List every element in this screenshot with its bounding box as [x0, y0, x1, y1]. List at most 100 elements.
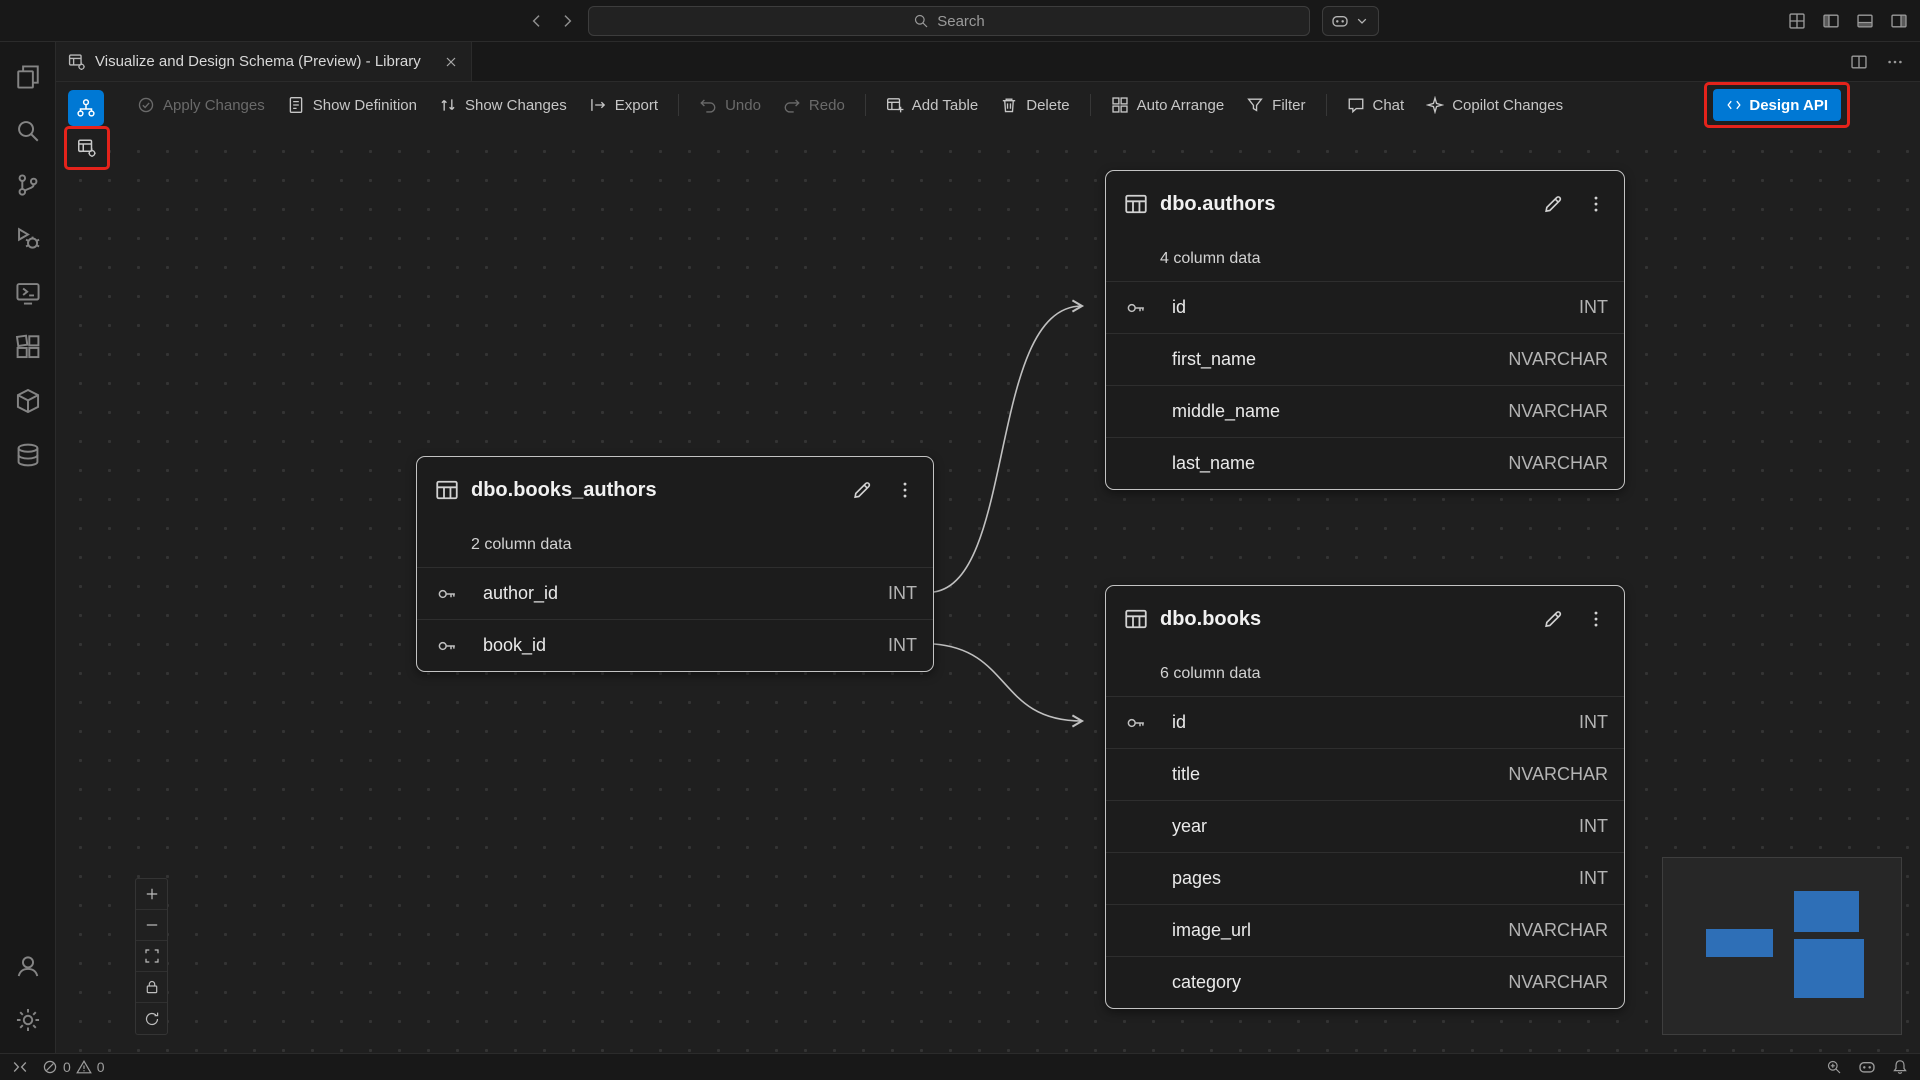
annotation-box-table-properties: [64, 126, 110, 170]
schema-diagram-icon: [76, 98, 96, 118]
sidebar-item-source-control[interactable]: [4, 158, 52, 212]
column-name: image_url: [1172, 920, 1251, 941]
lock-button[interactable]: [136, 972, 167, 1003]
undo-button[interactable]: Undo: [688, 90, 772, 120]
primary-key-icon: [437, 636, 457, 656]
problems-button[interactable]: 0 0: [42, 1059, 105, 1075]
auto-layout-button[interactable]: [136, 1003, 167, 1034]
table-row[interactable]: category NVARCHAR: [1106, 956, 1624, 1008]
minimap-table-books: [1794, 939, 1864, 998]
sidebar-item-database[interactable]: [4, 428, 52, 482]
diagram-canvas[interactable]: [56, 127, 1920, 1053]
table-row[interactable]: title NVARCHAR: [1106, 748, 1624, 800]
zoom-out-button[interactable]: [136, 910, 167, 941]
column-type: INT: [1579, 712, 1608, 733]
search-input[interactable]: Search: [588, 6, 1310, 36]
account-button[interactable]: [4, 939, 52, 993]
warning-count: 0: [97, 1059, 105, 1075]
table-row[interactable]: middle_name NVARCHAR: [1106, 385, 1624, 437]
minimap[interactable]: [1662, 857, 1902, 1035]
column-type: NVARCHAR: [1508, 453, 1608, 474]
toggle-primary-sidebar-icon[interactable]: [1822, 12, 1840, 30]
source-control-icon: [15, 172, 41, 198]
table-row[interactable]: year INT: [1106, 800, 1624, 852]
more-actions-icon[interactable]: [1886, 53, 1904, 71]
error-icon: [42, 1059, 58, 1075]
sidebar-item-remote-explorer[interactable]: [4, 266, 52, 320]
table-row[interactable]: pages INT: [1106, 852, 1624, 904]
export-button[interactable]: Export: [578, 90, 669, 120]
close-tab-icon[interactable]: [443, 54, 459, 70]
apply-changes-label: Apply Changes: [163, 97, 265, 114]
table-properties-view-button[interactable]: [70, 132, 104, 164]
toggle-panel-icon[interactable]: [1856, 12, 1874, 30]
minimap-table-books-authors: [1706, 929, 1773, 957]
table-card-books[interactable]: dbo.books 6 column data id INT title NVA…: [1105, 585, 1625, 1009]
copilot-changes-button[interactable]: Copilot Changes: [1415, 90, 1574, 120]
notifications-bell-icon[interactable]: [1892, 1059, 1908, 1075]
split-editor-icon[interactable]: [1850, 53, 1868, 71]
table-row[interactable]: author_id INT: [417, 567, 933, 619]
zoom-in-button[interactable]: [136, 879, 167, 910]
column-count-label: 6 column data: [1106, 652, 1624, 696]
annotation-box-design-api: Design API: [1704, 82, 1850, 128]
sidebar-item-explorer[interactable]: [4, 50, 52, 104]
table-row[interactable]: image_url NVARCHAR: [1106, 904, 1624, 956]
auto-arrange-button[interactable]: Auto Arrange: [1100, 90, 1236, 120]
zoom-indicator-icon[interactable]: [1826, 1059, 1842, 1075]
column-name: author_id: [483, 583, 558, 604]
tab-schema-designer[interactable]: Visualize and Design Schema (Preview) - …: [56, 42, 472, 81]
window-layout-controls: [1788, 0, 1908, 42]
table-row[interactable]: last_name NVARCHAR: [1106, 437, 1624, 489]
add-table-button[interactable]: Add Table: [875, 90, 989, 120]
fit-view-button[interactable]: [136, 941, 167, 972]
filter-button[interactable]: Filter: [1235, 90, 1316, 120]
toggle-secondary-sidebar-icon[interactable]: [1890, 12, 1908, 30]
table-card-authors[interactable]: dbo.authors 4 column data id INT first_n…: [1105, 170, 1625, 490]
copilot-status-icon[interactable]: [1858, 1058, 1876, 1076]
back-button[interactable]: [528, 12, 546, 30]
database-projects-icon: [15, 388, 41, 414]
table-row[interactable]: id INT: [1106, 281, 1624, 333]
chat-button[interactable]: Chat: [1336, 90, 1416, 120]
show-definition-button[interactable]: Show Definition: [276, 90, 428, 120]
edit-pencil-icon[interactable]: [1542, 608, 1564, 630]
table-name: dbo.authors: [1160, 193, 1276, 216]
remote-window-button[interactable]: [12, 1059, 28, 1075]
kebab-menu-icon[interactable]: [1586, 609, 1606, 629]
edit-pencil-icon[interactable]: [1542, 193, 1564, 215]
table-row[interactable]: first_name NVARCHAR: [1106, 333, 1624, 385]
apply-changes-button[interactable]: Apply Changes: [126, 90, 276, 120]
forward-icon: [558, 12, 576, 30]
chat-label: Chat: [1373, 97, 1405, 114]
kebab-menu-icon[interactable]: [1586, 194, 1606, 214]
design-api-button[interactable]: Design API: [1713, 89, 1841, 121]
table-card-books-authors[interactable]: dbo.books_authors 2 column data author_i…: [416, 456, 934, 672]
customize-layout-icon[interactable]: [1788, 12, 1806, 30]
table-icon: [1124, 192, 1148, 216]
settings-button[interactable]: [4, 993, 52, 1047]
edit-pencil-icon[interactable]: [851, 479, 873, 501]
error-count: 0: [63, 1059, 71, 1075]
delete-button[interactable]: Delete: [989, 90, 1080, 120]
sidebar-item-search[interactable]: [4, 104, 52, 158]
forward-button[interactable]: [558, 12, 576, 30]
status-bar-right: [1826, 1058, 1908, 1076]
table-row[interactable]: book_id INT: [417, 619, 933, 671]
redo-button[interactable]: Redo: [772, 90, 856, 120]
schema-designer-view-button[interactable]: [68, 90, 104, 126]
copilot-menu-button[interactable]: [1322, 6, 1379, 36]
toolbar-divider: [865, 94, 866, 116]
filter-icon: [1246, 96, 1264, 114]
table-icon: [435, 478, 459, 502]
sidebar-item-database-projects[interactable]: [4, 374, 52, 428]
auto-arrange-icon: [1111, 96, 1129, 114]
table-row[interactable]: id INT: [1106, 696, 1624, 748]
column-count-label: 4 column data: [1106, 237, 1624, 281]
sidebar-item-run-debug[interactable]: [4, 212, 52, 266]
kebab-menu-icon[interactable]: [895, 480, 915, 500]
sidebar-item-extensions[interactable]: [4, 320, 52, 374]
column-type: NVARCHAR: [1508, 920, 1608, 941]
search-icon: [913, 13, 929, 29]
show-changes-button[interactable]: Show Changes: [428, 90, 578, 120]
